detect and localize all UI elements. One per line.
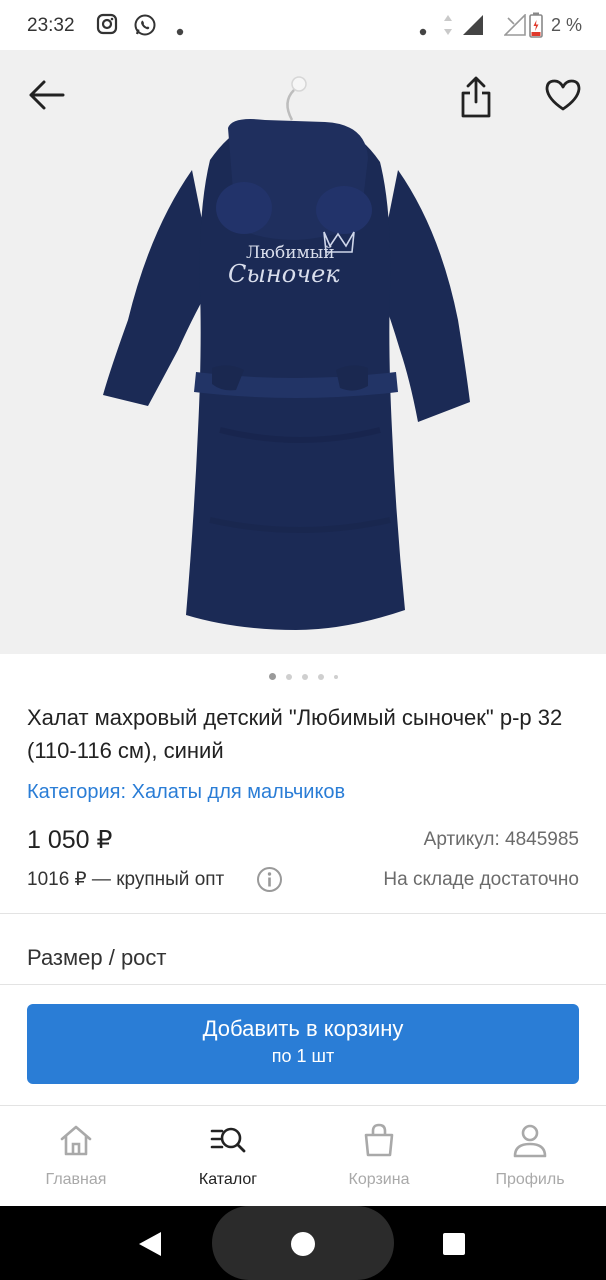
nav-label-catalog: Каталог	[198, 1171, 258, 1188]
status-time: 23:32	[27, 15, 75, 36]
dot-icon	[419, 20, 427, 41]
product-photo-robe: Любимый Сыночек	[103, 76, 470, 631]
wholesale-price: 1016 ₽ — крупный опт	[27, 869, 225, 890]
battery-percent: 2 %	[551, 15, 583, 35]
product-sku: Артикул: 4845985	[423, 829, 579, 850]
pagination-dot[interactable]	[333, 674, 338, 679]
product-title: Халат махровый детский "Любимый сыночек"…	[27, 705, 563, 763]
product-image-gallery[interactable]: Любимый Сыночек	[0, 50, 606, 654]
pagination-dot[interactable]	[301, 673, 308, 680]
nav-item-home[interactable]: Главная	[0, 1106, 152, 1206]
divider	[0, 913, 606, 914]
nav-item-cart[interactable]: Корзина	[303, 1106, 455, 1206]
catalog-search-icon	[210, 1122, 246, 1163]
share-icon[interactable]	[459, 76, 493, 123]
bottom-navigation: Главная Каталог Корзина Профиль	[0, 1106, 606, 1206]
dot-icon	[176, 20, 184, 41]
signal-empty-icon	[503, 13, 526, 41]
favorite-heart-icon[interactable]	[544, 78, 582, 117]
whatsapp-icon	[133, 13, 157, 42]
size-selector-label[interactable]: Размер / рост	[27, 945, 167, 971]
system-home-icon[interactable]	[290, 1231, 316, 1262]
robe-embroidery-line2: Сыночек	[228, 260, 340, 288]
gallery-pagination	[0, 668, 606, 682]
product-category-link[interactable]: Категория: Халаты для мальчиков	[27, 781, 345, 804]
nav-label-profile: Профиль	[495, 1171, 565, 1188]
divider	[0, 984, 606, 985]
battery-low-icon	[529, 12, 543, 43]
data-arrows-icon	[442, 14, 454, 41]
pagination-dot[interactable]	[317, 673, 324, 680]
status-bar: 23:32 2 %	[0, 0, 606, 50]
nav-label-cart: Корзина	[348, 1171, 410, 1188]
system-navigation-bar	[0, 1206, 606, 1280]
info-icon[interactable]	[256, 866, 283, 898]
pagination-dot[interactable]	[285, 673, 292, 680]
stock-status: На складе достаточно	[383, 869, 579, 890]
signal-icon	[462, 14, 484, 41]
profile-icon	[512, 1122, 548, 1163]
instagram-icon	[96, 13, 118, 40]
nav-label-home: Главная	[45, 1171, 107, 1188]
pagination-dot[interactable]	[268, 673, 276, 681]
nav-item-profile[interactable]: Профиль	[454, 1106, 606, 1206]
cart-bag-icon	[361, 1122, 397, 1163]
add-to-cart-button[interactable]: Добавить в корзину по 1 шт	[27, 1004, 579, 1084]
add-to-cart-quantity: по 1 шт	[271, 1046, 335, 1066]
system-recents-icon[interactable]	[442, 1232, 466, 1261]
back-arrow-icon[interactable]	[27, 78, 65, 117]
nav-item-catalog[interactable]: Каталог	[152, 1106, 304, 1206]
product-price: 1 050 ₽	[27, 826, 113, 854]
system-back-icon[interactable]	[138, 1231, 162, 1262]
add-to-cart-label: Добавить в корзину	[202, 1016, 404, 1041]
home-icon	[58, 1122, 94, 1163]
